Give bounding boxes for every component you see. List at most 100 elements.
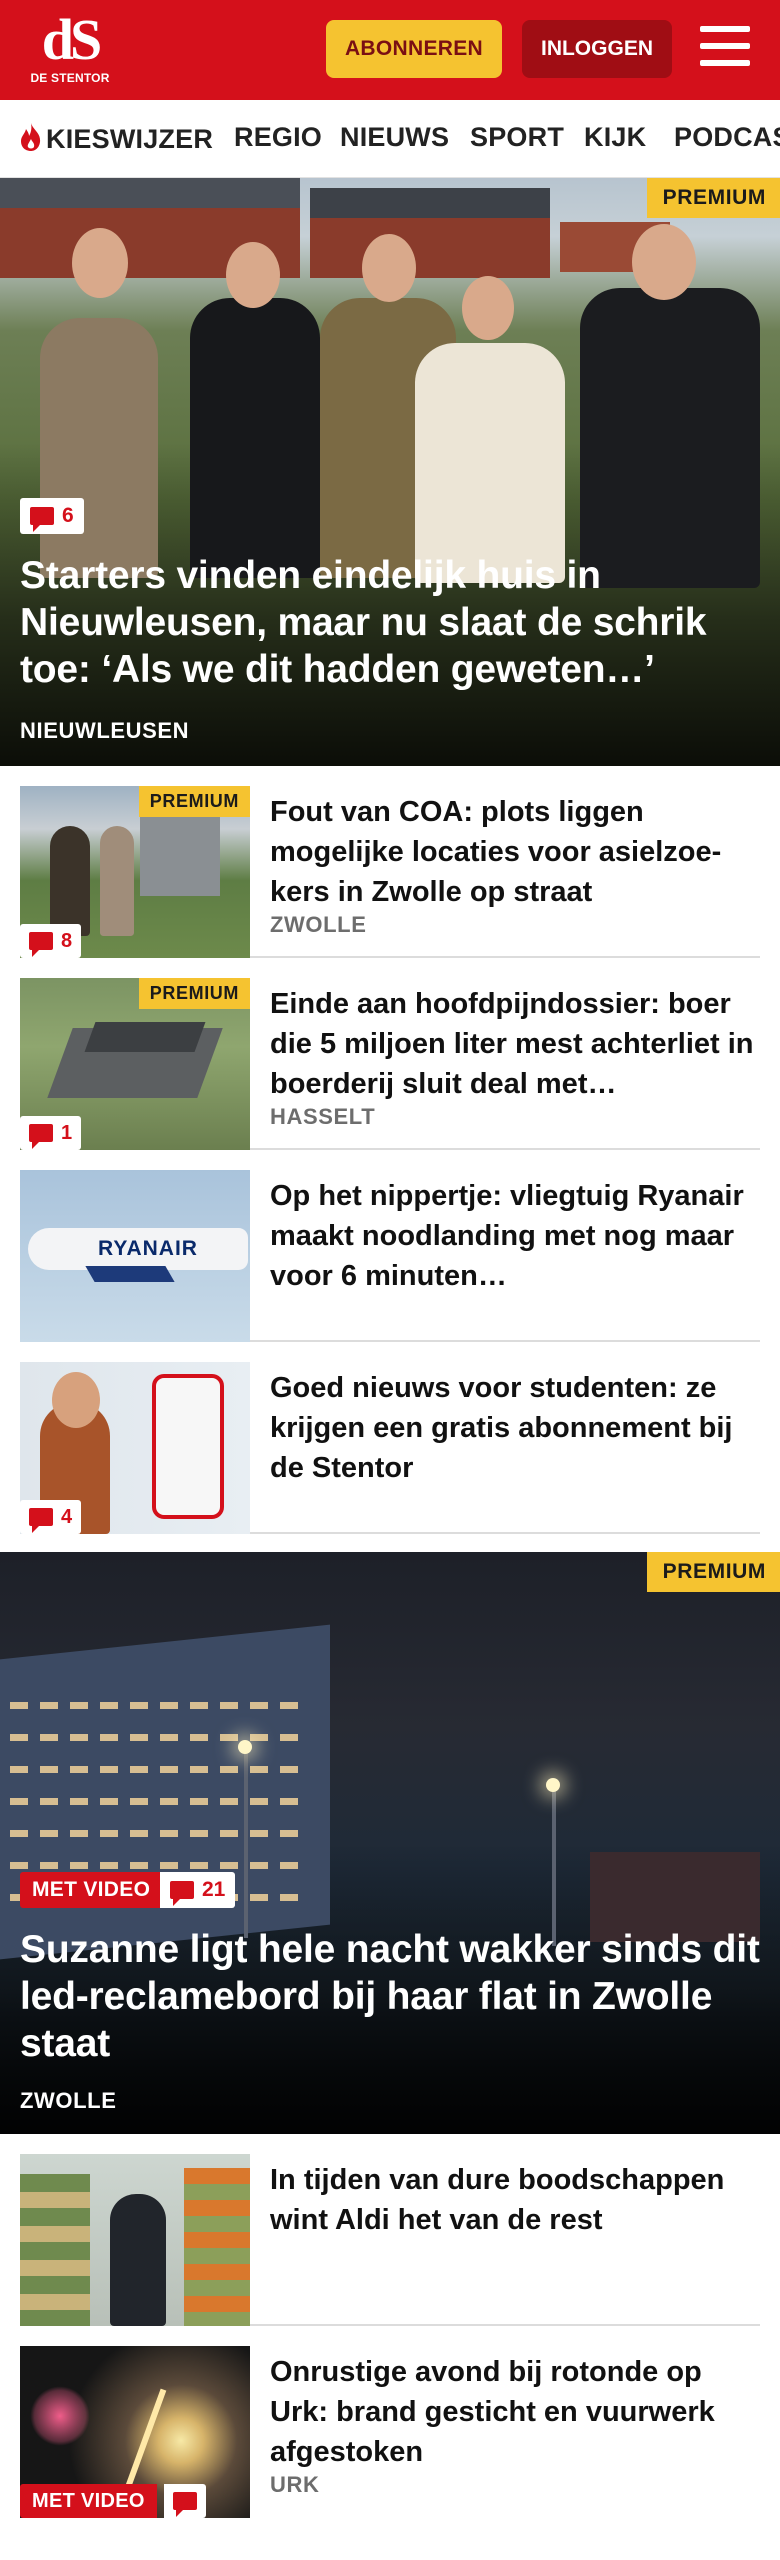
- section-nav: KIESWIJZER REGIO NIEUWS SPORT KIJK PODCA…: [0, 100, 780, 178]
- person-image: [580, 288, 760, 588]
- article-location: HASSELT: [270, 1104, 376, 1129]
- airplane-image: RYANAIR: [28, 1228, 248, 1270]
- person-image: [462, 276, 514, 340]
- comment-bubble-icon: [29, 1124, 53, 1149]
- firework-image: [30, 2386, 90, 2446]
- airplane-livery-text: RYANAIR: [98, 1237, 198, 1260]
- building-windows: [10, 1830, 310, 1837]
- de-stentor-logo[interactable]: dS DE STENTOR: [28, 10, 112, 90]
- list-item[interactable]: PREMIUM 1 Einde aan hoofdpijndossier: bo…: [20, 978, 760, 1150]
- premium-badge: PREMIUM: [646, 1552, 780, 1592]
- person-image: [110, 2194, 166, 2326]
- hero-location: NIEUWLEUSEN: [20, 718, 190, 743]
- comment-count-badge[interactable]: 8: [20, 924, 82, 958]
- list-item[interactable]: 4 Goed nieuws voor studenten: ze krijgen…: [20, 1362, 760, 1534]
- premium-badge: PREMIUM: [138, 978, 250, 1009]
- person-image: [50, 826, 90, 936]
- top-header: dS DE STENTOR ABONNEREN INLOGGEN: [0, 0, 780, 100]
- nav-item-regio[interactable]: REGIO: [234, 122, 322, 153]
- article-thumbnail: 4: [20, 1362, 250, 1534]
- building-windows: [10, 1862, 310, 1869]
- person-image: [415, 343, 565, 583]
- street-lamp-light: [546, 1778, 560, 1792]
- comment-count: 6: [62, 504, 74, 527]
- nav-item-podcast[interactable]: PODCAS: [674, 122, 780, 153]
- comment-bubble-icon: [29, 1508, 53, 1533]
- comment-bubble-icon: [173, 2492, 197, 2517]
- article-thumbnail: [20, 2154, 250, 2326]
- flame-icon: [21, 123, 41, 151]
- list-item[interactable]: MET VIDEO Onrustige avond bij rotonde op…: [20, 2346, 760, 2518]
- person-image: [190, 298, 320, 578]
- premium-badge: PREMIUM: [646, 178, 780, 218]
- building-windows: [10, 1798, 310, 1805]
- list-item[interactable]: In tijden van dure boodschappen wint Ald…: [20, 2154, 760, 2326]
- login-button[interactable]: INLOGGEN: [522, 20, 672, 78]
- street-lamp-image: [552, 1786, 556, 1946]
- hero-article[interactable]: PREMIUM MET VIDEO 21 Suzanne ligt hele n…: [0, 1552, 780, 2134]
- person-image: [362, 234, 416, 302]
- barn-image: [84, 1022, 206, 1052]
- street-lamp-image: [244, 1748, 248, 1938]
- comment-badge[interactable]: [164, 2484, 206, 2518]
- hero-headline[interactable]: Suzanne ligt hele nacht wakker sinds dit…: [20, 1926, 760, 2067]
- shelf-image: [20, 2174, 90, 2326]
- person-image: [226, 242, 280, 308]
- person-image: [52, 1372, 100, 1428]
- airplane-wing-image: [85, 1266, 175, 1282]
- list-item[interactable]: RYANAIR Op het nippertje: vliegtuig Ryan…: [20, 1170, 760, 1342]
- subscribe-button[interactable]: ABONNEREN: [326, 20, 502, 78]
- hero-location: ZWOLLE: [20, 2088, 117, 2113]
- building-image: [140, 806, 220, 896]
- logo-mark: dS: [41, 7, 103, 72]
- person-image: [72, 228, 128, 298]
- comment-count: 4: [61, 1505, 73, 1528]
- comment-bubble-icon: [29, 932, 53, 957]
- article-title[interactable]: Op het nippertje: vliegtuig Ryanair maak…: [270, 1176, 760, 1296]
- video-badge: MET VIDEO: [20, 1872, 163, 1908]
- article-thumbnail: PREMIUM 8: [20, 786, 250, 958]
- person-image: [40, 318, 158, 578]
- comment-count: 21: [202, 1878, 226, 1901]
- person-image: [632, 224, 696, 300]
- comment-count: 8: [61, 929, 73, 952]
- building-windows: [10, 1766, 310, 1773]
- comment-count-badge[interactable]: 6: [20, 498, 84, 534]
- hero-headline[interactable]: Starters vinden eindelijk huis in Nieuwl…: [20, 552, 760, 693]
- comment-count-badge[interactable]: 4: [20, 1500, 82, 1534]
- hamburger-menu-icon[interactable]: [700, 26, 752, 72]
- building-windows: [10, 1702, 310, 1709]
- article-title[interactable]: Onrustige avond bij rotonde op Urk: bran…: [270, 2352, 760, 2472]
- list-item[interactable]: PREMIUM 8 Fout van COA: plots liggen mog…: [20, 786, 760, 958]
- article-location: URK: [270, 2472, 320, 2497]
- article-title[interactable]: Goed nieuws voor studenten: ze krijgen e…: [270, 1368, 760, 1488]
- article-title[interactable]: Einde aan hoofdpijndossier: boer die 5 m…: [270, 984, 760, 1104]
- phone-image: [152, 1374, 224, 1519]
- comment-bubble-icon: [30, 507, 54, 532]
- nav-item-kieswijzer[interactable]: KIESWIJZER: [18, 122, 213, 155]
- article-thumbnail: MET VIDEO: [20, 2346, 250, 2518]
- person-image: [100, 826, 134, 936]
- comment-count-badge[interactable]: 21: [160, 1872, 236, 1908]
- nav-item-nieuws[interactable]: NIEUWS: [340, 122, 449, 153]
- video-badge: MET VIDEO: [20, 2484, 157, 2518]
- street-lamp-light: [238, 1740, 252, 1754]
- building-windows: [10, 1734, 310, 1741]
- comment-bubble-icon: [170, 1881, 194, 1906]
- article-location: ZWOLLE: [270, 912, 367, 937]
- article-title[interactable]: Fout van COA: plots liggen mogelijke loc…: [270, 792, 760, 912]
- shelf-image: [184, 2168, 250, 2326]
- nav-item-kijk[interactable]: KIJK: [584, 122, 646, 153]
- logo-text: DE STENTOR: [30, 71, 110, 85]
- hero-article[interactable]: PREMIUM 6 Starters vinden eindelijk huis…: [0, 178, 780, 766]
- article-thumbnail: PREMIUM 1: [20, 978, 250, 1150]
- article-thumbnail: RYANAIR: [20, 1170, 250, 1342]
- article-title[interactable]: In tijden van dure boodschappen wint Ald…: [270, 2160, 760, 2240]
- premium-badge: PREMIUM: [138, 786, 250, 817]
- nav-item-sport[interactable]: SPORT: [470, 122, 564, 153]
- house-image: [310, 218, 550, 278]
- apartment-building-image: [0, 1624, 330, 1960]
- nav-item-label: KIESWIJZER: [46, 124, 214, 154]
- comment-count-badge[interactable]: 1: [20, 1116, 82, 1150]
- comment-count: 1: [61, 1121, 73, 1144]
